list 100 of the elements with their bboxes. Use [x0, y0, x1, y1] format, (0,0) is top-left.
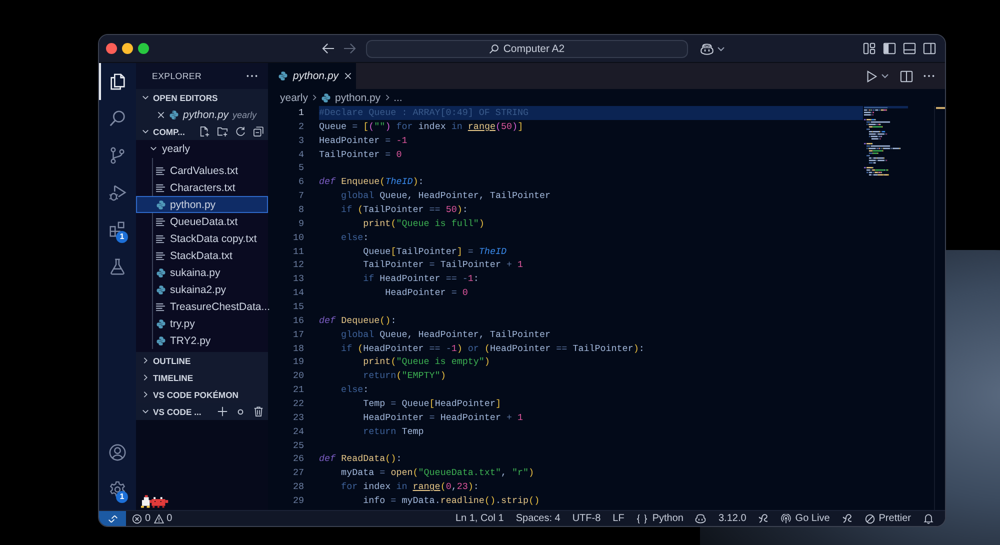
status-item[interactable]: UTF-8	[572, 513, 601, 524]
robot-icon[interactable]	[700, 42, 714, 54]
refresh-icon[interactable]	[235, 126, 246, 137]
text-lines-icon	[156, 302, 165, 310]
split-editor-icon[interactable]	[900, 70, 913, 82]
section-header[interactable]: OPEN EDITORS	[136, 89, 268, 106]
file-item[interactable]: sukaina.py	[136, 264, 268, 281]
code-line: def Enqueue(TheID):	[319, 175, 424, 190]
account-icon	[108, 443, 127, 462]
chevron-right-icon	[312, 94, 318, 101]
code-line: else:	[340, 230, 369, 245]
more-icon[interactable]	[923, 74, 935, 78]
file-item[interactable]: StackData.txt	[136, 247, 268, 264]
line-number: 24	[292, 424, 304, 439]
line-number: 2	[298, 120, 304, 134]
gear-icon	[108, 480, 127, 499]
braces-icon	[636, 514, 648, 524]
problems-status[interactable]: 0 0	[132, 513, 172, 524]
remote-button[interactable]	[99, 511, 126, 526]
close-icon[interactable]	[344, 72, 352, 80]
python-icon	[156, 318, 166, 328]
line-number: 6	[298, 175, 304, 190]
line-number: 8	[298, 203, 304, 217]
section-header[interactable]: VS CODE POKÉMON	[136, 386, 268, 403]
back-arrow-icon[interactable]	[322, 43, 335, 54]
file-item[interactable]: QueueData.txt	[136, 213, 268, 230]
file-item[interactable]: CardValues.txt	[136, 162, 268, 179]
branch-icon	[108, 146, 127, 165]
file-item[interactable]: try.py	[136, 315, 268, 332]
python-icon	[156, 284, 166, 294]
trash-icon[interactable]	[253, 406, 264, 417]
line-number: 4	[298, 148, 304, 162]
file-item[interactable]: python.py	[136, 196, 268, 213]
chevron-down-icon[interactable]	[717, 46, 725, 52]
zoom-window-icon[interactable]	[138, 43, 149, 54]
file-item[interactable]: Characters.txt	[136, 179, 268, 196]
code-line: info = myData.readline().strip()	[362, 494, 540, 508]
activity-tab[interactable]: 1	[99, 211, 136, 248]
status-item[interactable]: Ln 1, Col 1	[455, 513, 504, 524]
breadcrumb-item[interactable]: yearly	[280, 92, 308, 104]
editor-tab[interactable]: python.py	[268, 63, 356, 89]
more-icon[interactable]	[246, 74, 258, 78]
formatter-status[interactable]: Prettier	[864, 513, 911, 524]
folder-item[interactable]: yearly	[136, 140, 268, 157]
section-header[interactable]: TIMELINE	[136, 369, 268, 386]
sidebar-toggle-icon[interactable]	[883, 42, 896, 55]
language-status[interactable]: Python	[636, 513, 684, 524]
customize-layout-icon[interactable]	[863, 42, 876, 55]
panel-toggle-icon[interactable]	[903, 42, 916, 55]
minimize-window-icon[interactable]	[122, 43, 133, 54]
python-icon	[156, 200, 166, 210]
line-number: 27	[292, 466, 304, 480]
overview-ruler-marker	[936, 107, 945, 109]
python-icon	[156, 268, 166, 278]
code-line: global Queue, HeadPointer, TailPointer	[340, 328, 551, 342]
breadcrumb-item[interactable]: python.py	[335, 92, 381, 104]
python-icon	[156, 336, 166, 346]
collapse-all-icon[interactable]	[253, 126, 264, 137]
new-file-icon[interactable]	[199, 126, 210, 137]
code-line: for index in range(0,23):	[340, 480, 479, 494]
python-icon	[321, 92, 332, 102]
swirl-icon[interactable]	[842, 513, 853, 524]
python-icon	[169, 110, 179, 120]
run-icon[interactable]	[865, 70, 878, 82]
close-icon[interactable]	[157, 110, 165, 118]
new-folder-icon[interactable]	[217, 126, 228, 137]
secondary-sidebar-icon[interactable]	[923, 42, 936, 55]
open-editor-item[interactable]: python.py yearly	[136, 106, 268, 123]
text-lines-icon	[156, 184, 165, 192]
folder-label: yearly	[232, 110, 257, 120]
plus-icon[interactable]	[217, 406, 228, 417]
line-number: 16	[292, 314, 304, 328]
file-item[interactable]: TreasureChestData...	[136, 298, 268, 315]
line-number: 18	[292, 342, 304, 356]
line-number: 5	[298, 161, 304, 176]
activity-button[interactable]: 1	[99, 471, 136, 508]
bell-icon[interactable]	[923, 513, 934, 524]
line-number: 21	[292, 383, 304, 398]
status-item[interactable]: LF	[612, 513, 624, 524]
remote-icon	[108, 514, 118, 524]
file-item[interactable]: StackData copy.txt	[136, 230, 268, 247]
swirl-icon[interactable]	[758, 513, 770, 524]
chevron-down-icon[interactable]	[881, 73, 889, 79]
status-item[interactable]: Spaces: 4	[516, 513, 560, 524]
section-header[interactable]: OUTLINE	[136, 352, 268, 369]
python-icon	[278, 71, 288, 81]
go-live-button[interactable]: Go Live	[781, 513, 830, 524]
status-item[interactable]: 3.12.0	[718, 513, 746, 524]
breadcrumb-item[interactable]: ...	[394, 92, 402, 104]
section-header[interactable]: VS CODE ...	[136, 403, 268, 420]
code-line: HeadPointer = 0	[384, 286, 468, 300]
robot-icon[interactable]	[695, 513, 706, 524]
text-lines-icon	[156, 234, 165, 242]
file-item[interactable]: sukaina2.py	[136, 281, 268, 298]
command-center[interactable]: Computer A2	[366, 40, 688, 58]
section-header[interactable]: COMP...	[136, 123, 268, 140]
file-item[interactable]: TRY2.py	[136, 332, 268, 349]
line-number: 26	[292, 452, 304, 466]
code-line: if HeadPointer == -1:	[362, 272, 479, 286]
close-window-icon[interactable]	[106, 43, 117, 54]
